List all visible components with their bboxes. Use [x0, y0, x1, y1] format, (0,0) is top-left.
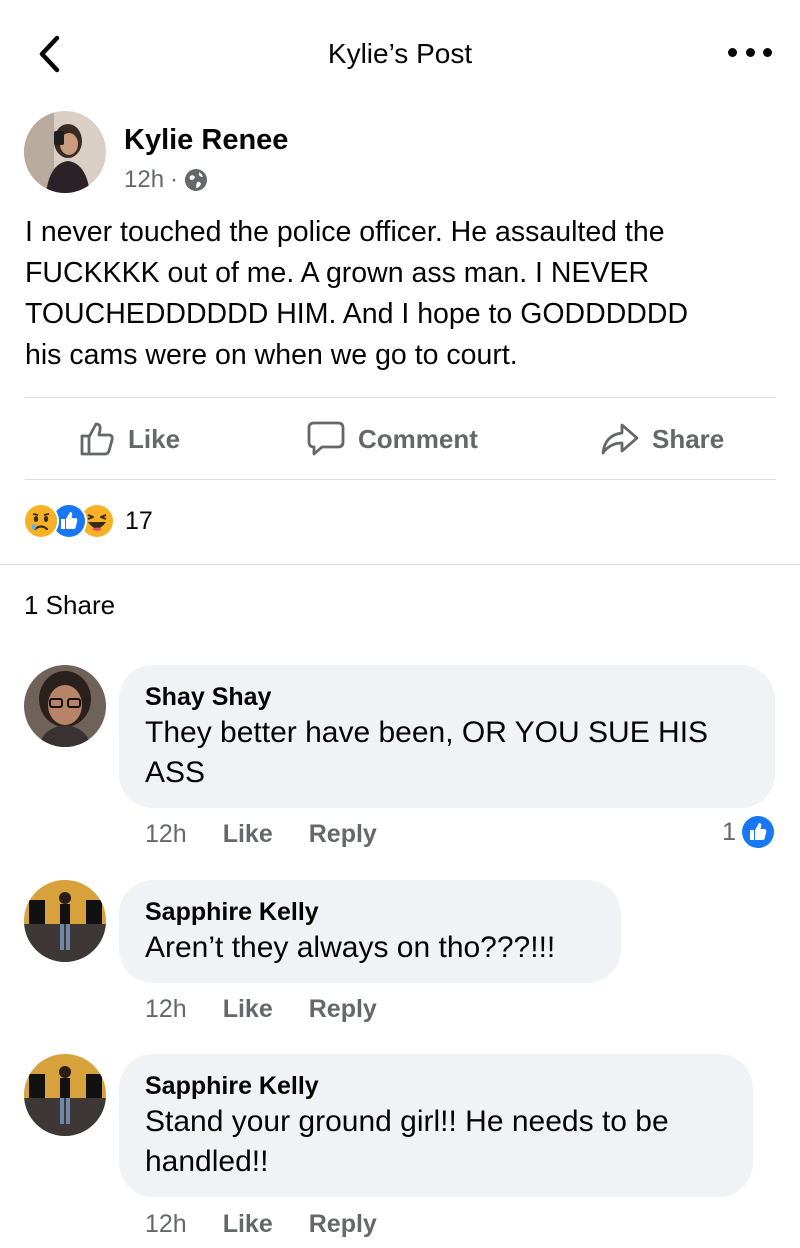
post-author-name[interactable]: Kylie Renee	[124, 124, 288, 157]
post-text: I never touched the police officer. He a…	[25, 212, 775, 376]
post-time[interactable]: 12h	[124, 166, 164, 194]
more-options-button[interactable]	[728, 40, 772, 64]
comment-meta: 12h Like Reply	[145, 820, 377, 849]
comment-label: Comment	[358, 423, 478, 454]
more-horizontal-icon	[728, 47, 737, 57]
reaction-summary[interactable]: 17	[23, 503, 153, 539]
comment-reply-button[interactable]: Reply	[309, 1210, 377, 1239]
commenter-photo	[24, 665, 106, 747]
avatar[interactable]	[24, 880, 106, 962]
meta-separator: ·	[170, 166, 179, 193]
comment-icon	[307, 421, 345, 456]
like-reaction-icon	[742, 816, 774, 848]
avatar[interactable]	[24, 1054, 106, 1136]
comment-like-button[interactable]: Like	[223, 1210, 273, 1239]
globe-icon	[185, 169, 208, 191]
comment-like-button[interactable]: Like	[223, 995, 273, 1024]
commenter-photo	[24, 880, 106, 962]
comment-text-line: Stand your ground girl!! He needs to be	[145, 1105, 669, 1138]
commenter-name[interactable]: Shay Shay	[145, 681, 749, 713]
comment-text-line: Aren’t they always on tho???!!!	[145, 931, 556, 964]
comment-button[interactable]: Comment	[306, 420, 478, 458]
more-dot	[745, 47, 755, 57]
comment-time: 12h	[145, 820, 187, 848]
reaction-count: 17	[125, 506, 153, 535]
comment-reaction-number: 1	[722, 817, 736, 846]
comment-reaction-count[interactable]: 1	[722, 816, 774, 848]
comment-time: 12h	[145, 1210, 187, 1238]
post-meta: 12h ·	[124, 166, 208, 194]
share-label: Share	[652, 423, 725, 454]
comment-text-line: ASS	[145, 756, 206, 789]
comment-bubble[interactable]: Sapphire Kelly Aren’t they always on tho…	[119, 880, 621, 983]
sad-reaction-icon	[23, 503, 59, 539]
comment-meta: 12h Like Reply	[145, 995, 377, 1024]
comment-like-button[interactable]: Like	[223, 820, 273, 849]
author-photo	[24, 111, 106, 193]
commenter-photo	[24, 1054, 106, 1136]
thumbs-up-icon	[80, 422, 114, 456]
post-text-line: FUCKKKK out of me. A grown ass man. I NE…	[25, 257, 650, 289]
share-count[interactable]: 1 Share	[24, 590, 115, 621]
section-divider	[0, 564, 800, 565]
post-text-line: I never touched the police officer. He a…	[25, 216, 665, 248]
commenter-name[interactable]: Sapphire Kelly	[145, 896, 595, 928]
comment-text-line: They better have been, OR YOU SUE HIS	[145, 716, 709, 749]
comment-meta: 12h Like Reply	[145, 1210, 377, 1239]
like-button[interactable]: Like	[78, 420, 180, 458]
comment-reply-button[interactable]: Reply	[309, 820, 377, 849]
like-label: Like	[128, 423, 181, 454]
comment-reply-button[interactable]: Reply	[309, 995, 377, 1024]
comment-bubble[interactable]: Sapphire Kelly Stand your ground girl!! …	[119, 1054, 753, 1197]
commenter-name[interactable]: Sapphire Kelly	[145, 1070, 727, 1102]
avatar[interactable]	[24, 665, 106, 747]
post-author-avatar-wrap[interactable]	[24, 111, 106, 193]
comment-bubble[interactable]: Shay Shay They better have been, OR YOU …	[119, 665, 775, 808]
top-bar: Kylie’s Post	[0, 0, 800, 108]
divider	[25, 479, 776, 480]
share-button[interactable]: Share	[600, 420, 724, 458]
post-text-line: his cams were on when we go to court.	[25, 339, 518, 371]
avatar[interactable]	[24, 111, 106, 193]
post-actions: Like Comment Share	[0, 398, 800, 480]
more-dot	[763, 47, 772, 57]
page-title: Kylie’s Post	[327, 38, 473, 69]
comment-time: 12h	[145, 995, 187, 1023]
share-arrow-icon	[601, 423, 639, 455]
post-text-line: TOUCHEDDDDDD HIM. And I hope to GODDDDDD	[25, 298, 689, 330]
comment-text-line: handled!!	[145, 1145, 269, 1178]
